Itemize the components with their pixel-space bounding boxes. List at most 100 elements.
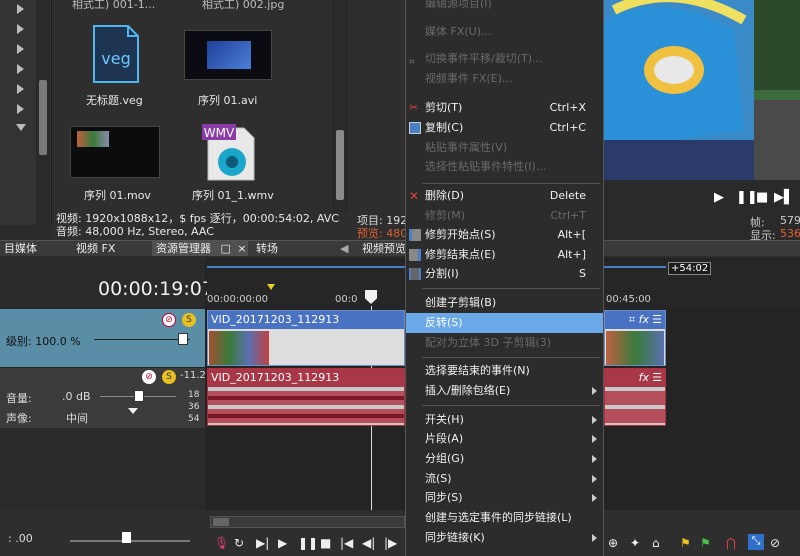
prev-frame-icon[interactable]: ◀| xyxy=(362,536,375,550)
menu-item-trim-start[interactable]: 修剪开始点(S) Alt+[ xyxy=(406,225,603,245)
next-frame-button[interactable]: ▶▌ xyxy=(774,190,794,205)
menu-item-create-subclip[interactable]: 创建子剪辑(B) xyxy=(406,293,603,313)
video-event-right[interactable]: ⌗ fx ☰ xyxy=(604,310,666,366)
menu-item-edit-source[interactable]: 编辑源项目(I) xyxy=(406,0,603,14)
media-item[interactable]: veg xyxy=(92,24,140,84)
media-info-audio: 音频: 48,000 Hz, Stereo, AAC xyxy=(56,225,214,238)
volume-slider-thumb[interactable] xyxy=(134,390,144,402)
go-to-start-icon[interactable]: |◀ xyxy=(340,536,353,550)
media-item[interactable]: WMV xyxy=(202,122,258,182)
marker-icon[interactable] xyxy=(267,284,275,290)
menu-item-synchronize[interactable]: 同步(S) xyxy=(406,488,603,508)
fx-icon[interactable]: fx xyxy=(639,311,649,329)
scrollbar-thumb[interactable] xyxy=(213,518,229,526)
expand-arrow-icon[interactable] xyxy=(17,64,24,74)
expand-arrow-icon[interactable] xyxy=(17,24,24,34)
pause-icon[interactable]: ❚❚ xyxy=(298,536,318,550)
solo-icon[interactable]: S xyxy=(182,313,196,327)
pause-button[interactable]: ❚❚ xyxy=(736,190,758,205)
menu-item-group[interactable]: 分组(G) xyxy=(406,449,603,469)
crop-icon[interactable]: ⌗ xyxy=(629,311,635,329)
lock-envelopes-icon[interactable]: ⊘ xyxy=(770,536,780,550)
expand-arrow-icon[interactable] xyxy=(17,4,24,14)
menu-item-stream[interactable]: 流(S) xyxy=(406,469,603,489)
audio-event[interactable]: VID_20171203_112913 xyxy=(207,368,405,426)
level-slider[interactable] xyxy=(94,339,190,340)
envelope-tool-icon[interactable]: ✦ xyxy=(630,536,640,550)
tab-video-fx[interactable]: 视频 FX xyxy=(72,241,119,256)
expand-arrow-icon[interactable] xyxy=(17,44,24,54)
timeline-scrollbar[interactable] xyxy=(210,516,405,528)
snapping-icon[interactable]: ⋂ xyxy=(726,536,736,550)
menu-item-pan-crop[interactable]: ⌗ 切换事件平移/裁切(T)... xyxy=(406,49,603,69)
tab-close-icon[interactable]: × xyxy=(237,242,246,255)
timeline-ruler-right[interactable]: +54:02 00:45:00 xyxy=(604,262,800,308)
video-event[interactable]: VID_20171203_112913 xyxy=(207,310,405,366)
menu-item-copy[interactable]: 复制(C) Ctrl+C xyxy=(406,118,603,138)
stop-icon[interactable]: ■ xyxy=(320,536,331,550)
menu-item-trim-end[interactable]: 修剪结束点(E) Alt+] xyxy=(406,245,603,265)
menu-item-takes[interactable]: 片段(A) xyxy=(406,429,603,449)
pan-slider-thumb[interactable] xyxy=(128,408,138,414)
audio-event-right[interactable]: fx ☰ xyxy=(604,368,666,426)
media-item[interactable] xyxy=(70,126,160,178)
event-menu-icon[interactable]: ☰ xyxy=(652,369,662,387)
menu-item-media-fx[interactable]: 媒体 FX(U)... xyxy=(406,22,603,42)
expand-arrow-icon[interactable] xyxy=(17,84,24,94)
event-menu-icon[interactable]: ☰ xyxy=(652,311,662,329)
tab-scroll-arrow-icon[interactable]: ◀ xyxy=(336,241,352,256)
tab-video-preview[interactable]: 视频预览 xyxy=(358,241,410,256)
edit-tool-icon[interactable]: ⊕ xyxy=(608,536,618,550)
solo-icon[interactable]: S xyxy=(162,370,176,384)
play-button[interactable]: ▶ xyxy=(714,190,724,205)
pan-label: 声像: xyxy=(6,412,32,425)
loop-region-bar[interactable] xyxy=(207,266,405,268)
menu-item-paste-attributes[interactable]: 粘贴事件属性(V) xyxy=(406,138,603,158)
video-track-header[interactable]: 级别: 100.0 % ⊘ S xyxy=(0,309,205,367)
mute-icon[interactable]: ⊘ xyxy=(142,370,156,384)
audio-track-header[interactable]: ⊘ S -11.2 音量: .0 dB 声像: 中间 18 36 54 xyxy=(0,368,206,428)
mute-icon[interactable]: ⊘ xyxy=(162,313,176,327)
menu-item-split[interactable]: 分割(I) S xyxy=(406,264,603,284)
menu-item-delete[interactable]: ✕ 删除(D) Delete xyxy=(406,186,603,206)
region-tool-icon[interactable]: ⚑ xyxy=(700,536,711,550)
menu-item-reverse[interactable]: 反转(S) xyxy=(406,313,603,333)
tab-transitions[interactable]: 转场 xyxy=(252,241,282,256)
frame-value: 579 xyxy=(780,214,800,227)
menu-item-switches[interactable]: 开关(H) xyxy=(406,410,603,430)
timeline-ruler[interactable]: 00:00:00:00 00:0 xyxy=(207,262,405,308)
menu-item-create-sync-link[interactable]: 创建与选定事件的同步链接(L) xyxy=(406,508,603,528)
tab-project-media[interactable]: 目媒体 xyxy=(0,241,41,256)
tree-scrollbar[interactable] xyxy=(36,0,50,225)
menu-item-video-event-fx[interactable]: 视频事件 FX(E)... xyxy=(406,69,603,89)
media-item[interactable] xyxy=(184,30,272,80)
play-from-start-icon[interactable]: ▶| xyxy=(256,536,269,550)
menu-item-cut[interactable]: ✂ 剪切(T) Ctrl+X xyxy=(406,98,603,118)
stop-button[interactable]: ■ xyxy=(756,190,768,205)
next-frame-icon[interactable]: |▶ xyxy=(384,536,397,550)
scrollbar-thumb[interactable] xyxy=(39,80,47,155)
tab-explorer[interactable]: 资源管理器 □ × xyxy=(152,241,248,256)
scrollbar-thumb[interactable] xyxy=(336,130,344,200)
media-scrollbar[interactable] xyxy=(332,0,348,212)
level-slider-thumb[interactable] xyxy=(178,333,188,345)
menu-item-insert-envelope[interactable]: 插入/删除包络(E) xyxy=(406,381,603,401)
marker-tool-icon[interactable]: ⚑ xyxy=(680,536,691,550)
menu-item-sync-link[interactable]: 同步链接(K) xyxy=(406,528,603,548)
rate-slider-thumb[interactable] xyxy=(122,532,131,543)
menu-item-select-events-to-end[interactable]: 选择要结束的事件(N) xyxy=(406,361,603,381)
menu-item-trim[interactable]: 修剪(M) Ctrl+T xyxy=(406,206,603,226)
menu-item-pair-stereo-3d[interactable]: 配对为立体 3D 子剪辑(3) xyxy=(406,333,603,353)
auto-ripple-icon[interactable]: ⤡ xyxy=(748,534,764,550)
loop-region-bar[interactable] xyxy=(604,266,666,268)
play-icon[interactable]: ▶ xyxy=(278,536,287,550)
playhead-handle[interactable] xyxy=(365,290,377,304)
record-icon[interactable]: 🎙 xyxy=(214,536,229,550)
tab-restore-icon[interactable]: □ xyxy=(221,242,231,255)
expand-arrow-icon[interactable] xyxy=(17,104,24,114)
loop-icon[interactable]: ↻ xyxy=(234,536,244,550)
fx-icon[interactable]: fx xyxy=(639,369,649,387)
selection-tool-icon[interactable]: ⌂ xyxy=(652,536,660,550)
menu-item-selective-paste[interactable]: 选择性粘贴事件特性(I)... xyxy=(406,157,603,177)
collapse-arrow-icon[interactable] xyxy=(16,124,26,131)
